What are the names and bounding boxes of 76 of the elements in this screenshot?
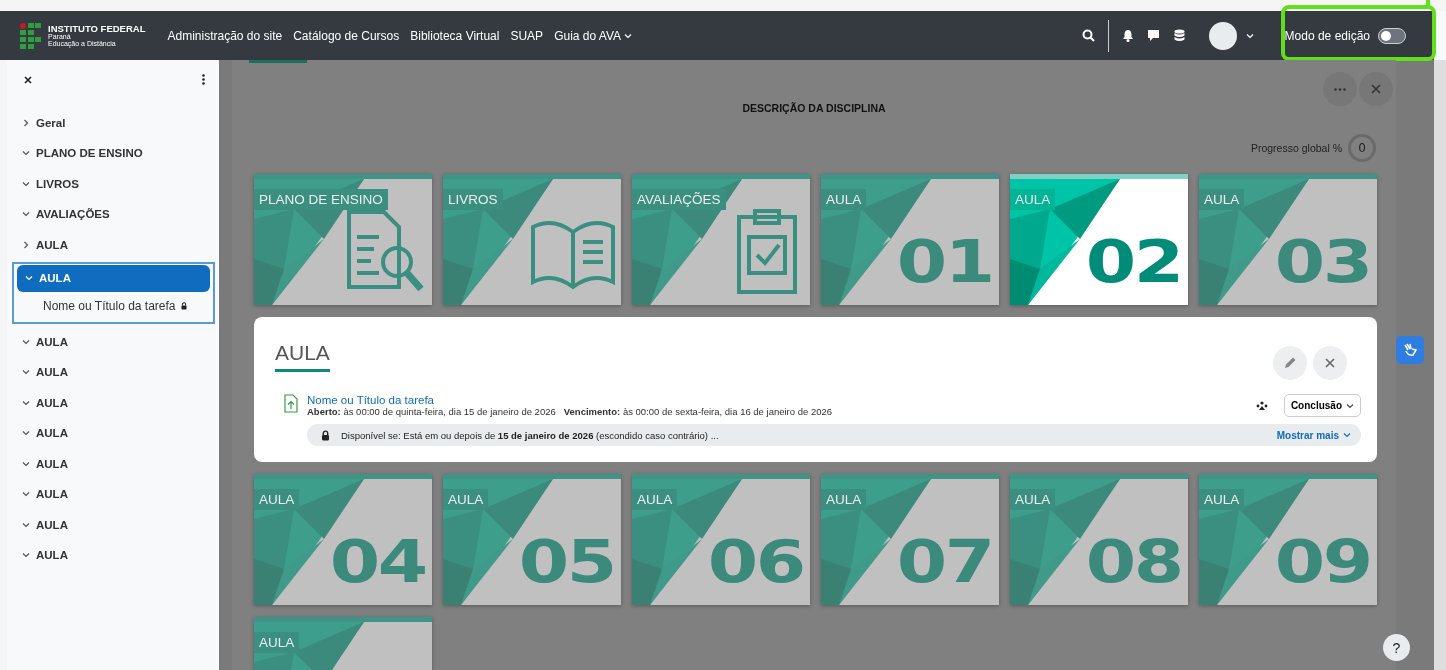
tile-label: AULA xyxy=(1199,189,1245,210)
section-title: AULA xyxy=(275,341,330,372)
kebab-menu-icon[interactable] xyxy=(202,74,205,85)
restriction-text: Disponível se: Está em ou depois de 15 de janeiro de 2026 (escondido caso contrário) ... xyxy=(341,429,720,441)
course-index-item[interactable]: AULA xyxy=(14,358,215,386)
course-index-item[interactable]: AVALIAÇÕES xyxy=(14,200,215,228)
tile-label: AULA xyxy=(443,489,489,510)
close-icon xyxy=(1371,84,1381,94)
edit-button[interactable] xyxy=(1273,346,1307,380)
course-index-item[interactable]: AULA xyxy=(17,264,210,292)
course-title: DESCRIÇÃO DA DISCIPLINA xyxy=(742,102,886,114)
group-icon xyxy=(1255,400,1268,411)
due-date: Vencimento: às 00:00 de sexta-feira, dia 16 de janeiro de 2026 xyxy=(563,406,833,417)
lock-icon xyxy=(320,429,331,441)
nav-link[interactable]: SUAP xyxy=(510,28,544,43)
course-index-item[interactable]: AULA xyxy=(14,480,215,508)
tile-number: 02 xyxy=(1086,233,1182,291)
ellipsis-icon xyxy=(1334,87,1346,91)
tile-label: PLANO DE ENSINO xyxy=(254,189,388,210)
tile-number: 05 xyxy=(519,533,615,591)
tile-number: 09 xyxy=(1275,533,1371,591)
caret-icon xyxy=(624,31,633,40)
chevron-down-icon xyxy=(1343,431,1351,439)
course-index-item[interactable]: LIVROS xyxy=(14,170,215,197)
tile-number: 01 xyxy=(897,233,993,291)
tile-label: AVALIAÇÕES xyxy=(632,189,726,210)
edit-mode-label: Modo de edição xyxy=(1284,28,1370,43)
course-index-item[interactable]: Geral xyxy=(14,109,215,136)
course-index-item[interactable]: AULA xyxy=(14,450,215,477)
course-index-item[interactable]: AULA xyxy=(14,231,215,258)
sign-language-icon xyxy=(1402,342,1418,358)
tile-label: AULA xyxy=(821,489,867,510)
nav-link[interactable]: Catálogo de Cursos xyxy=(293,28,400,43)
tile-label: AULA xyxy=(821,189,867,210)
tile-number: 08 xyxy=(1086,533,1182,591)
logo-icon xyxy=(20,22,42,49)
course-index-activity[interactable]: Nome ou Título da tarefa xyxy=(43,299,176,313)
close-icon[interactable] xyxy=(24,75,32,84)
chevron-down-icon xyxy=(1245,31,1254,40)
tab-indicator xyxy=(249,60,307,63)
tile-number: 07 xyxy=(897,533,993,591)
completion-dropdown[interactable]: Conclusão xyxy=(1283,394,1361,417)
course-index-item[interactable]: AULA xyxy=(14,419,215,447)
section-tile[interactable]: AULA 02 xyxy=(1010,174,1188,305)
tile-label: AULA xyxy=(1199,489,1245,510)
tile-label: AULA xyxy=(254,632,300,653)
show-more-link[interactable]: Mostrar mais xyxy=(1276,429,1351,441)
progress-ring: 0 xyxy=(1348,134,1376,162)
tile-label: AULA xyxy=(1010,189,1056,210)
close-button[interactable] xyxy=(1313,346,1347,380)
progress-label: Progresso global % xyxy=(1250,142,1342,154)
course-index-item[interactable]: AULA xyxy=(14,541,215,569)
course-index-item[interactable]: AULA xyxy=(14,511,215,538)
tile-label: AULA xyxy=(632,489,678,510)
chevron-down-icon xyxy=(1346,401,1354,410)
tile-number: 06 xyxy=(708,533,804,591)
tile-label: AULA xyxy=(1010,489,1056,510)
close-icon xyxy=(1325,358,1335,368)
edit-mode-toggle[interactable] xyxy=(1378,27,1406,44)
accessibility-button[interactable] xyxy=(1396,336,1424,364)
nav-link[interactable]: Biblioteca Virtual xyxy=(410,28,500,43)
course-index-item[interactable]: AULA xyxy=(14,389,215,416)
course-index-item[interactable]: AULA xyxy=(14,328,215,355)
nav-link[interactable]: Administração do site xyxy=(167,28,283,43)
tile-label: AULA xyxy=(254,489,300,510)
tile-label: LIVROS xyxy=(443,189,503,210)
course-index-item[interactable]: PLANO DE ENSINO xyxy=(14,139,215,167)
pencil-icon xyxy=(1283,356,1297,370)
tile-number: 04 xyxy=(330,533,426,591)
activity-link[interactable]: Nome ou Título da tarefa xyxy=(307,394,434,406)
upload-file-icon xyxy=(284,394,298,413)
tile-number: 03 xyxy=(1275,233,1371,291)
nav-link[interactable]: Guia do AVA xyxy=(554,28,633,43)
logo-title: INSTITUTO FEDERAL xyxy=(48,23,146,34)
open-date: Aberto: às 00:00 de quinta-feira, dia 15 de janeiro de 2026 xyxy=(307,406,556,417)
user-avatar[interactable] xyxy=(1208,21,1237,50)
